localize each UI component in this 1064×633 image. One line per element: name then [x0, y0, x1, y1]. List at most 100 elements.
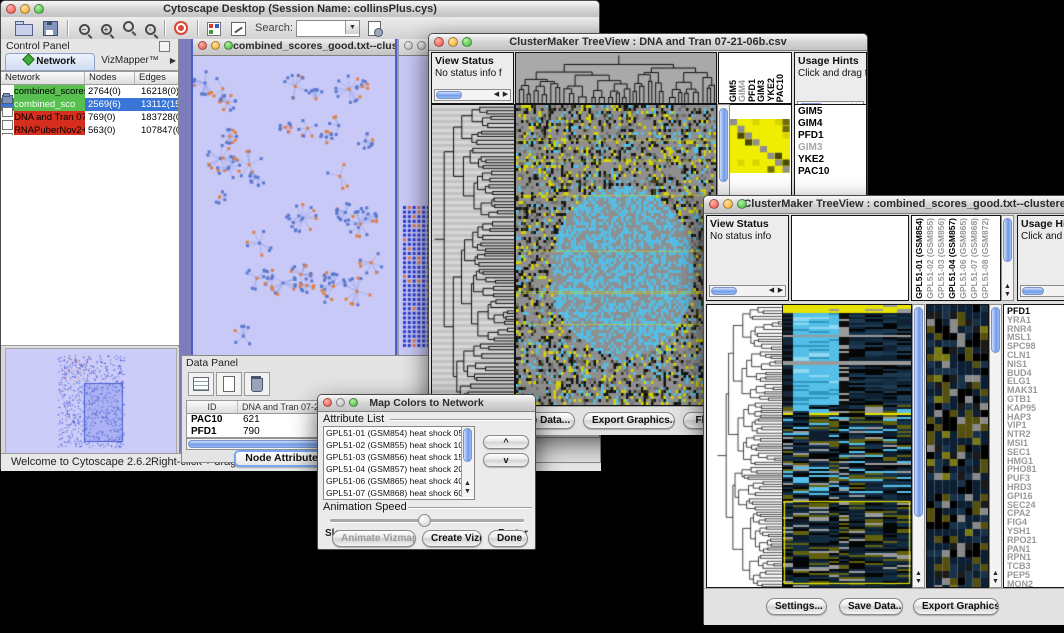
frame2-minimize-button[interactable] — [417, 41, 426, 50]
zoom-in-button[interactable]: + — [95, 19, 117, 38]
tv2-column-tree-pane[interactable] — [791, 215, 909, 301]
zoom-selected-button[interactable] — [117, 19, 139, 38]
dialog-close-button[interactable] — [323, 398, 332, 407]
combo-arrow-icon[interactable]: ▼ — [345, 21, 359, 34]
animate-vizmap-button[interactable]: Animate Vizmap — [332, 530, 416, 547]
dialog-minimize-button[interactable] — [336, 398, 345, 407]
dialog-titlebar[interactable]: Map Colors to Network — [318, 395, 535, 412]
open-session-button[interactable] — [13, 19, 35, 38]
treeview1-titlebar[interactable]: ClusterMaker TreeView : DNA and Tran 07-… — [429, 34, 867, 51]
scroll-down-icon[interactable]: ▼ — [462, 488, 473, 496]
cytoscape-titlebar[interactable]: Cytoscape Desktop (Session Name: collins… — [1, 1, 599, 18]
attribute-list-vscrollbar[interactable]: ▲ ▼ — [461, 427, 474, 497]
network-overview-canvas[interactable] — [5, 348, 177, 454]
col-nodes[interactable]: Nodes — [85, 72, 135, 84]
minimize-button[interactable] — [20, 4, 30, 14]
scroll-up-icon[interactable]: ▲ — [1002, 283, 1013, 291]
scroll-down-icon[interactable]: ▼ — [1002, 291, 1013, 299]
treeview2-titlebar[interactable]: ClusterMaker TreeView : combined_scores_… — [704, 196, 1064, 214]
dialog-zoom-button[interactable] — [349, 398, 358, 407]
document-options-button[interactable] — [363, 19, 385, 38]
attribute-item[interactable]: GPL51-04 (GSM857) heat shock 20 min — [324, 463, 460, 475]
tv1-close-button[interactable] — [434, 37, 444, 47]
tv1-heatmap[interactable] — [516, 105, 716, 405]
scroll-right-icon[interactable]: ▶ — [776, 286, 785, 296]
tv1-column-dendrogram[interactable] — [516, 53, 716, 103]
export-graphics-button[interactable]: Export Graphics... — [913, 598, 999, 615]
zoom-fit-button[interactable]: ▫ — [139, 19, 161, 38]
slider-thumb[interactable] — [418, 514, 431, 527]
tv2-zoom-vscrollbar[interactable]: ▲ ▼ — [989, 304, 1002, 588]
settings-button[interactable]: Settings... — [766, 598, 827, 615]
done-button[interactable]: Done — [488, 530, 528, 547]
create-vizmap-button[interactable]: Create Vizmap — [422, 530, 482, 547]
frame2-close-button[interactable] — [404, 41, 413, 50]
attribute-item[interactable]: GPL51-02 (GSM855) heat shock 10 min — [324, 439, 460, 451]
destroy-network-button[interactable] — [170, 19, 192, 38]
search-input[interactable] — [297, 21, 347, 36]
move-up-button[interactable]: ^ — [483, 435, 529, 449]
tv1-row-dendrogram[interactable] — [432, 105, 514, 405]
attribute-item[interactable]: GPL51-01 (GSM854) heat shock 05 min — [324, 427, 460, 439]
tv1-zoom-matrix[interactable] — [730, 119, 790, 173]
scroll-up-icon[interactable]: ▲ — [462, 480, 473, 488]
tv1-column-labels[interactable]: GIM5GIM4PFD1GIM3YKE2PAC10 — [729, 52, 786, 102]
frame1-close-button[interactable] — [198, 41, 207, 50]
network-frame-1-titlebar[interactable]: combined_scores_good.txt--cluste... — [193, 39, 395, 56]
frame1-minimize-button[interactable] — [211, 41, 220, 50]
tv2-heatmap[interactable] — [783, 305, 911, 587]
scroll-down-icon[interactable]: ▼ — [990, 578, 1001, 586]
save-session-button[interactable] — [39, 19, 61, 38]
tv1-minimize-button[interactable] — [448, 37, 458, 47]
attribute-list[interactable]: GPL51-01 (GSM854) heat shock 05 minGPL51… — [323, 426, 475, 500]
col-network[interactable]: Network — [1, 72, 85, 84]
tv2-labels-vscrollbar[interactable]: ▲ ▼ — [1001, 215, 1014, 301]
attribute-item[interactable]: GPL51-03 (GSM856) heat shock 15 min — [324, 451, 460, 463]
tab-overflow-button[interactable]: ▶ — [170, 56, 176, 66]
tv2-zoom-button[interactable] — [737, 199, 747, 209]
tv2-close-button[interactable] — [709, 199, 719, 209]
export-graphics-button[interactable]: Export Graphics... — [583, 412, 675, 429]
close-button[interactable] — [6, 4, 16, 14]
move-down-button[interactable]: v — [483, 453, 529, 467]
scroll-right-icon[interactable]: ▶ — [501, 90, 510, 100]
scroll-up-icon[interactable]: ▲ — [913, 570, 924, 578]
network-list-row[interactable]: DNA and Tran 07 769(0) 183728(0) — [1, 111, 178, 124]
tv2-gene-labels[interactable]: PFD1YRA1RNR4MSL1SPC98CLN1NIS1BUD4ELG1MAK… — [1003, 304, 1064, 588]
tv1-zoom-button[interactable] — [462, 37, 472, 47]
scroll-left-icon[interactable]: ◀ — [492, 90, 501, 100]
vizmapper-button[interactable] — [203, 19, 225, 38]
data-col-id[interactable]: ID — [187, 401, 238, 413]
tv2-usage-scrollbar[interactable] — [1020, 285, 1064, 297]
tv2-heatmap-vscrollbar[interactable]: ▲ ▼ — [912, 304, 925, 588]
zoom-button[interactable] — [34, 4, 44, 14]
network-list-row[interactable]: combined_scores 2764(0) 16218(0) — [1, 85, 178, 98]
new-attribute-button[interactable] — [216, 372, 242, 396]
scroll-down-icon[interactable]: ▼ — [913, 578, 924, 586]
annotation-button[interactable] — [227, 19, 249, 38]
animation-speed-slider[interactable] — [330, 519, 524, 522]
attribute-select-button[interactable] — [188, 372, 214, 396]
tv2-column-labels[interactable]: GPL51-01 (GSM854)GPL51-02 (GSM855)GPL51-… — [914, 215, 990, 299]
tv2-status-scrollbar[interactable]: ◀▶ — [709, 285, 786, 297]
tv2-row-dendrogram[interactable] — [707, 305, 782, 587]
control-panel-title: Control Panel — [6, 40, 70, 52]
scroll-left-icon[interactable]: ◀ — [767, 286, 776, 296]
attribute-item[interactable]: GPL51-07 (GSM868) heat shock 60 min — [324, 487, 460, 499]
scroll-up-icon[interactable]: ▲ — [990, 570, 1001, 578]
frame1-zoom-button[interactable] — [224, 41, 233, 50]
col-edges[interactable]: Edges — [135, 72, 178, 84]
save-data-button[interactable]: Save Data... — [839, 598, 903, 615]
tv2-zoom-heatmap[interactable] — [927, 305, 988, 587]
float-panel-icon[interactable] — [159, 41, 170, 52]
tv1-status-scrollbar[interactable]: ◀▶ — [434, 89, 511, 101]
tv2-minimize-button[interactable] — [723, 199, 733, 209]
tab-vizmapper[interactable]: VizMapper™ — [95, 53, 165, 69]
network-list-row[interactable]: combined_sco 2569(6) 13112(15) — [1, 98, 178, 111]
network-canvas-1[interactable] — [193, 56, 391, 356]
tab-network[interactable]: Network — [5, 53, 95, 71]
delete-attribute-button[interactable] — [244, 372, 270, 396]
attribute-item[interactable]: GPL51-06 (GSM865) heat shock 40 min — [324, 475, 460, 487]
zoom-out-button[interactable]: – — [73, 19, 95, 38]
window-controls — [6, 4, 44, 14]
